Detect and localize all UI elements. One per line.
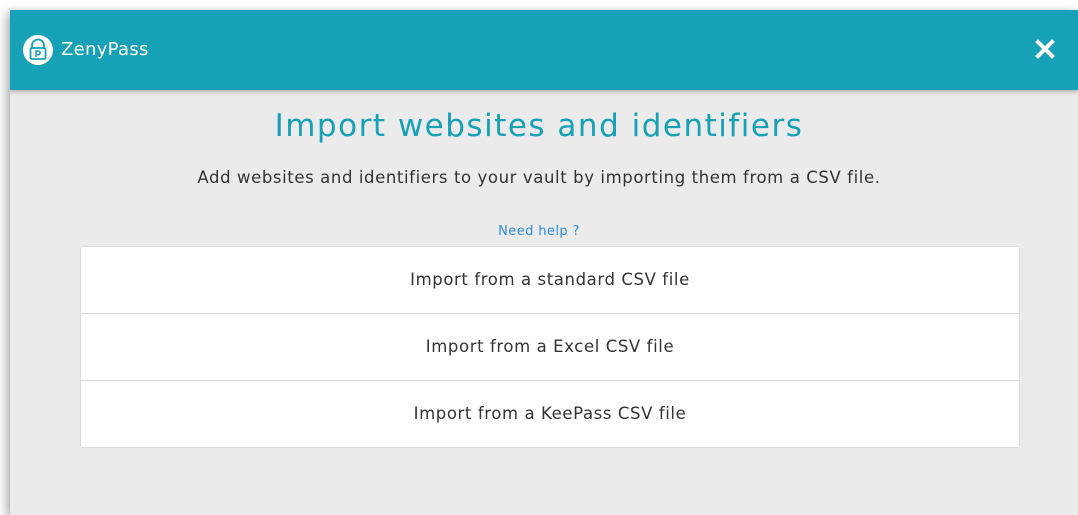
import-standard-csv-button[interactable]: Import from a standard CSV file (81, 247, 1019, 313)
page-title: Import websites and identifiers (274, 108, 804, 144)
page-description: Add websites and identifiers to your vau… (197, 168, 881, 187)
import-keepass-csv-button[interactable]: Import from a KeePass CSV file (81, 380, 1019, 447)
need-help-link[interactable]: Need help ? (10, 222, 1078, 242)
title-bar: ZenyPass (10, 10, 1078, 90)
app-name: ZenyPass (61, 39, 149, 60)
close-icon[interactable] (1034, 38, 1056, 60)
import-dialog: ZenyPass Import websites and identifiers… (10, 10, 1078, 515)
padlock-p-icon (23, 35, 53, 65)
import-options-list: Import from a standard CSV file Import f… (80, 246, 1020, 448)
import-excel-csv-button[interactable]: Import from a Excel CSV file (81, 313, 1019, 380)
